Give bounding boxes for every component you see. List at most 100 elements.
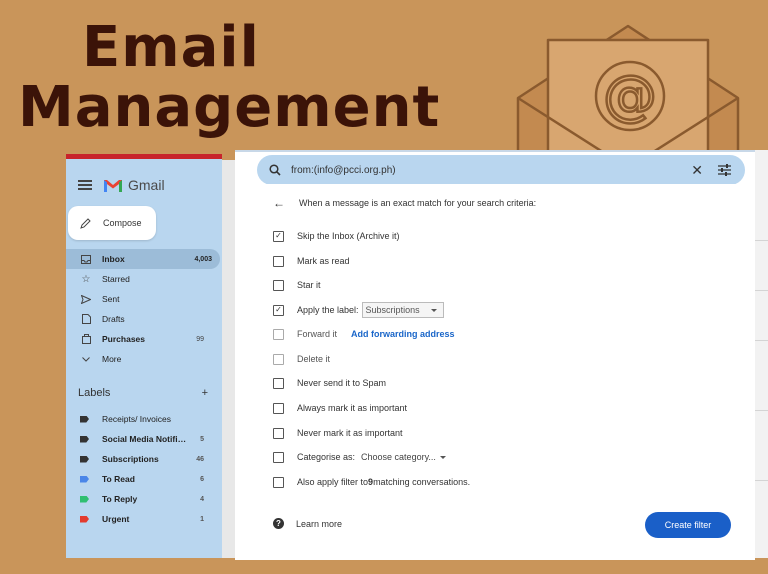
- checkbox-checked[interactable]: ✓: [273, 304, 284, 316]
- option-label: Never send it to Spam: [297, 378, 387, 388]
- label-tag-icon: [80, 455, 89, 463]
- checkbox[interactable]: [273, 255, 284, 267]
- option-label: Star it: [297, 280, 321, 290]
- menu-icon[interactable]: [78, 180, 92, 190]
- checkbox-disabled: [273, 353, 284, 365]
- learn-more[interactable]: ? Learn more: [273, 518, 342, 529]
- background-list-strip: [222, 160, 236, 558]
- sidebar-item-inbox[interactable]: Inbox 4,003: [66, 249, 220, 269]
- sidebar-nav: Inbox 4,003 ☆ Starred Sent Drafts Purcha…: [66, 249, 222, 369]
- label-item-social-media[interactable]: Social Media Notifi… 5: [66, 429, 222, 449]
- option-label: Skip the Inbox (Archive it): [297, 231, 400, 241]
- search-options-icon[interactable]: [718, 164, 731, 176]
- help-icon: ?: [273, 518, 284, 529]
- option-always-important[interactable]: Always mark it as important: [273, 400, 407, 416]
- app-name: Gmail: [128, 177, 165, 193]
- labels-heading: Labels: [78, 387, 111, 399]
- checkbox[interactable]: [273, 402, 284, 414]
- filter-intro: ← When a message is an exact match for y…: [273, 196, 536, 210]
- sidebar-item-label: Drafts: [102, 314, 125, 324]
- svg-text:@: @: [603, 64, 657, 127]
- send-icon: [80, 293, 92, 305]
- star-icon: ☆: [81, 273, 91, 285]
- option-label: Categorise as:: [297, 452, 356, 462]
- envelope-at-icon: @: [516, 24, 740, 168]
- dropdown-caret-icon: [430, 308, 437, 312]
- option-label: Never mark it as important: [297, 428, 403, 438]
- sidebar-item-drafts[interactable]: Drafts: [66, 309, 222, 329]
- checkbox-checked[interactable]: ✓: [273, 230, 284, 242]
- checkbox[interactable]: [273, 476, 284, 488]
- option-label-post: matching conversations.: [373, 477, 471, 487]
- label-item-to-read[interactable]: To Read 6: [66, 469, 222, 489]
- sidebar-item-sent[interactable]: Sent: [66, 289, 222, 309]
- add-forwarding-address-link[interactable]: Add forwarding address: [351, 329, 455, 339]
- checkbox[interactable]: [273, 427, 284, 439]
- option-star[interactable]: Star it: [273, 277, 321, 293]
- add-label-button[interactable]: +: [202, 387, 208, 399]
- dropdown-caret-icon: [439, 455, 446, 459]
- sidebar-item-label: Sent: [102, 294, 120, 304]
- label-tag-icon: [80, 415, 89, 423]
- option-also-apply[interactable]: Also apply filter to 9 matching conversa…: [273, 474, 470, 490]
- draft-icon: [80, 313, 92, 325]
- label-item-subscriptions[interactable]: Subscriptions 46: [66, 449, 222, 469]
- option-never-spam[interactable]: Never send it to Spam: [273, 375, 386, 391]
- label-select[interactable]: Subscriptions: [361, 302, 444, 318]
- create-filter-label: Create filter: [664, 520, 712, 530]
- checkbox[interactable]: [273, 279, 284, 291]
- label-count: 46: [196, 455, 204, 463]
- inbox-icon: [80, 253, 92, 265]
- option-categorise[interactable]: Categorise as: Choose category...: [273, 449, 446, 465]
- option-never-important[interactable]: Never mark it as important: [273, 425, 403, 441]
- label-tag-icon: [80, 515, 89, 523]
- category-select[interactable]: Choose category...: [361, 452, 446, 462]
- checkbox[interactable]: [273, 451, 284, 463]
- label-item-urgent[interactable]: Urgent 1: [66, 509, 222, 529]
- checkbox[interactable]: [273, 377, 284, 389]
- option-forward[interactable]: Forward it Add forwarding address: [273, 326, 455, 342]
- label-select-value: Subscriptions: [365, 305, 420, 315]
- unread-count: 99: [196, 335, 204, 343]
- sidebar-item-more[interactable]: More: [66, 349, 222, 369]
- label-name: To Read: [102, 474, 135, 484]
- option-apply-label[interactable]: ✓ Apply the label: Subscriptions: [273, 302, 444, 318]
- option-label: Always mark it as important: [297, 403, 408, 413]
- headline: Email Management: [18, 18, 441, 140]
- option-skip-inbox[interactable]: ✓ Skip the Inbox (Archive it): [273, 228, 400, 244]
- compose-button[interactable]: Compose: [68, 206, 156, 240]
- filter-dialog: ← When a message is an exact match for y…: [255, 184, 749, 560]
- option-mark-read[interactable]: Mark as read: [273, 253, 350, 269]
- filter-panel: from:(info@pcci.org.ph) ✕ ← When a messa…: [235, 150, 755, 560]
- pencil-icon: [80, 217, 91, 229]
- search-query[interactable]: from:(info@pcci.org.ph): [291, 165, 396, 176]
- label-count: 4: [200, 495, 204, 503]
- sidebar-item-purchases[interactable]: Purchases 99: [66, 329, 222, 349]
- label-count: 1: [200, 515, 204, 523]
- sidebar-header: Gmail: [78, 173, 165, 197]
- label-item-to-reply[interactable]: To Reply 4: [66, 489, 222, 509]
- labels-list: Receipts/ Invoices Social Media Notifi… …: [66, 409, 222, 529]
- label-name: Social Media Notifi…: [102, 434, 187, 444]
- label-tag-icon: [80, 495, 89, 503]
- option-label: Delete it: [297, 354, 331, 364]
- label-item-receipts[interactable]: Receipts/ Invoices: [66, 409, 222, 429]
- sidebar-item-label: Purchases: [102, 334, 145, 344]
- chevron-down-icon: [80, 353, 92, 365]
- intro-text: When a message is an exact match for you…: [299, 198, 537, 208]
- option-label: Apply the label:: [297, 305, 359, 315]
- search-bar[interactable]: from:(info@pcci.org.ph) ✕: [257, 155, 745, 185]
- sidebar-item-starred[interactable]: ☆ Starred: [66, 269, 222, 289]
- label-tag-icon: [80, 475, 89, 483]
- label-name: Urgent: [102, 514, 130, 524]
- compose-label: Compose: [103, 218, 142, 228]
- back-arrow-icon[interactable]: ←: [273, 196, 285, 210]
- headline-line-2: Management: [18, 75, 441, 140]
- search-icon: [269, 164, 281, 176]
- checkbox-disabled: [273, 328, 284, 340]
- close-icon[interactable]: ✕: [691, 162, 703, 179]
- labels-header: Labels +: [78, 387, 208, 399]
- option-delete[interactable]: Delete it: [273, 351, 330, 367]
- create-filter-button[interactable]: Create filter: [645, 512, 731, 538]
- gmail-logo-icon: [104, 179, 122, 192]
